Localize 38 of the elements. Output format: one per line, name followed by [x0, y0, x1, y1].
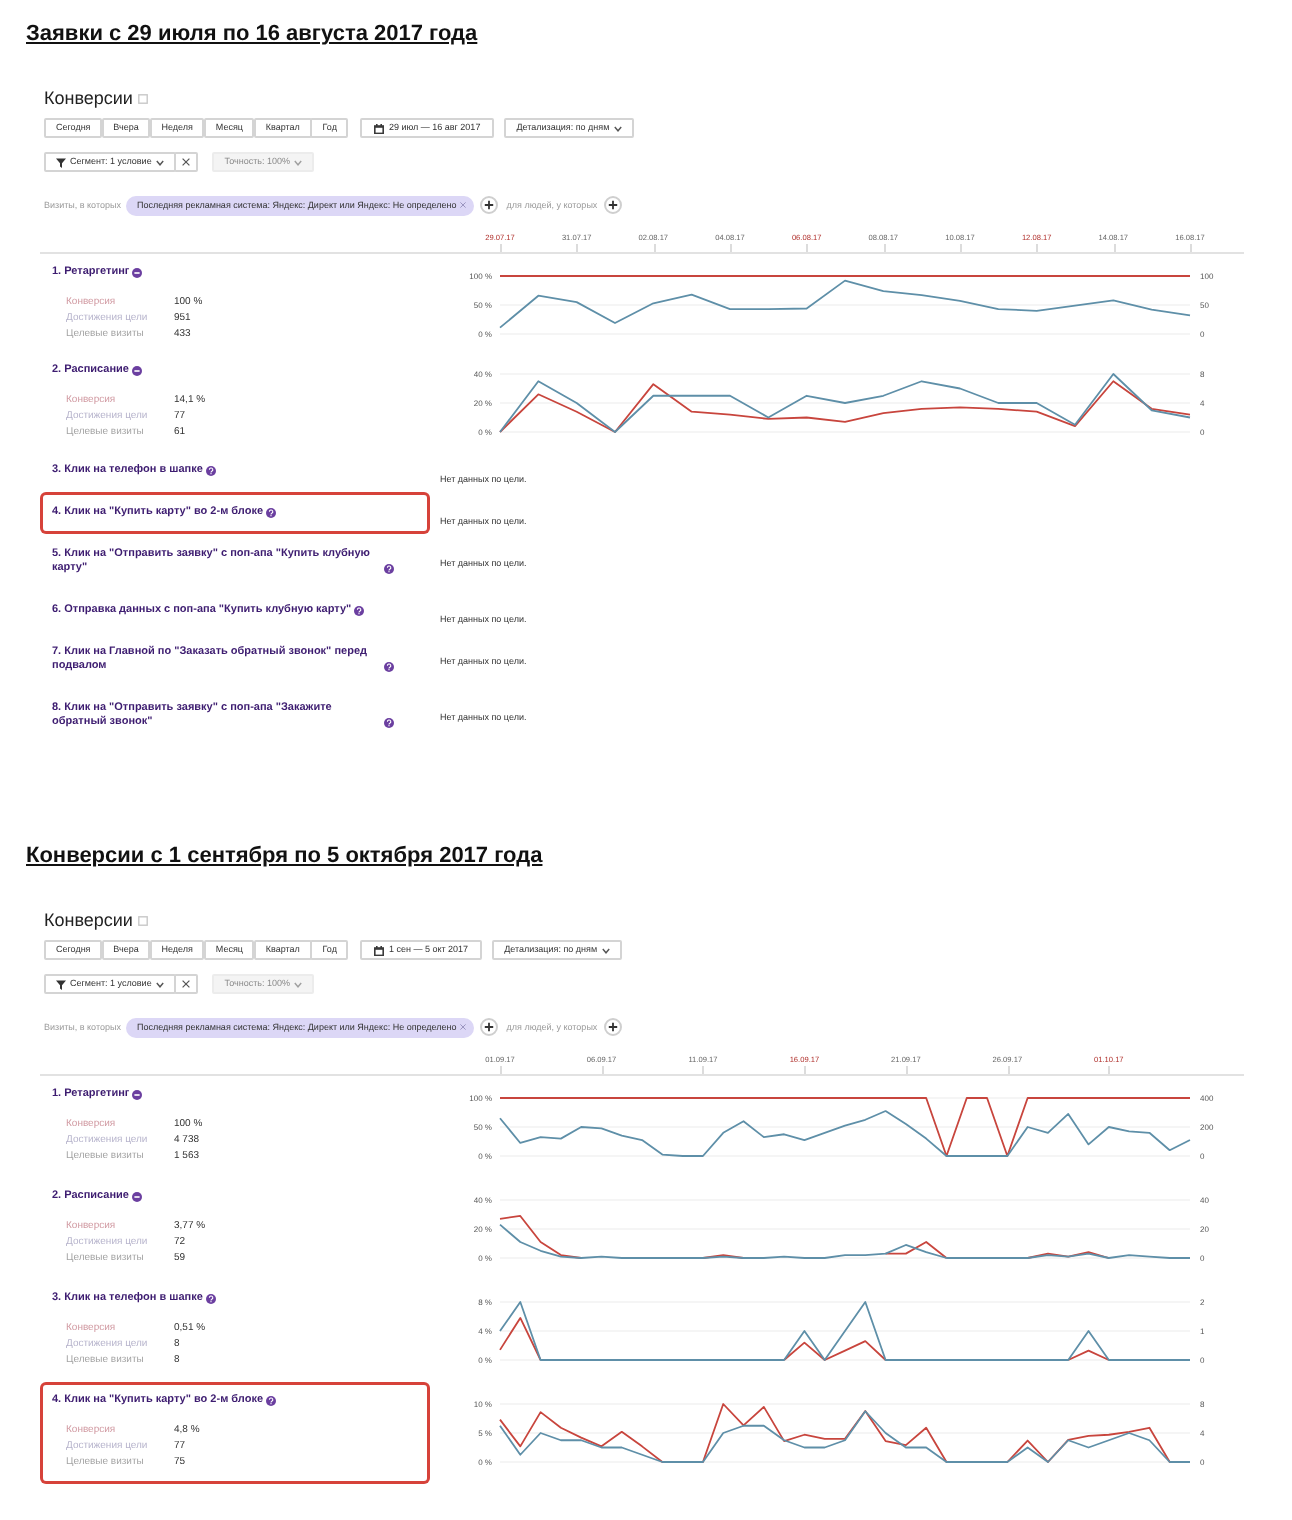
section-heading: Заявки с 29 июля по 16 августа 2017 года: [26, 20, 478, 48]
minus-icon[interactable]: [132, 1090, 143, 1100]
help-icon[interactable]: [383, 564, 393, 574]
caret-icon: [294, 981, 303, 987]
help-icon[interactable]: [383, 662, 393, 672]
calendar-icon: [374, 945, 385, 955]
help-icon[interactable]: [205, 1294, 216, 1304]
caret-icon: [155, 981, 164, 987]
help-icon[interactable]: [266, 1396, 277, 1406]
plus-icon: [484, 200, 495, 210]
plus-icon: [607, 1022, 618, 1032]
clear-segment-button[interactable]: [174, 974, 199, 994]
clear-segment-button[interactable]: [174, 152, 199, 172]
help-icon[interactable]: [205, 466, 216, 476]
minus-icon[interactable]: [131, 1192, 142, 1202]
add-condition-button[interactable]: [480, 196, 499, 214]
plus-icon: [607, 200, 618, 210]
add-condition-button[interactable]: [603, 1018, 622, 1036]
add-condition-button[interactable]: [603, 196, 622, 214]
add-condition-button[interactable]: [480, 1018, 499, 1036]
funnel-icon: [56, 979, 66, 989]
caret-icon: [613, 125, 622, 131]
report-title: Конверсии: [44, 88, 133, 108]
report-title: Конверсии: [44, 910, 133, 930]
minus-icon[interactable]: [132, 268, 143, 278]
caret-icon: [601, 947, 610, 953]
funnel-icon: [56, 157, 66, 167]
close-icon: [182, 158, 191, 166]
calendar-icon: [374, 123, 385, 133]
close-icon: [182, 980, 191, 988]
help-icon[interactable]: [383, 718, 393, 728]
minus-icon[interactable]: [131, 366, 142, 376]
help-icon[interactable]: [354, 606, 365, 616]
caret-icon: [294, 159, 303, 165]
section-heading: Конверсии с 1 сентября по 5 октября 2017 года: [26, 842, 543, 870]
help-icon[interactable]: [266, 508, 277, 518]
caret-icon: [155, 159, 164, 165]
plus-icon: [484, 1022, 495, 1032]
